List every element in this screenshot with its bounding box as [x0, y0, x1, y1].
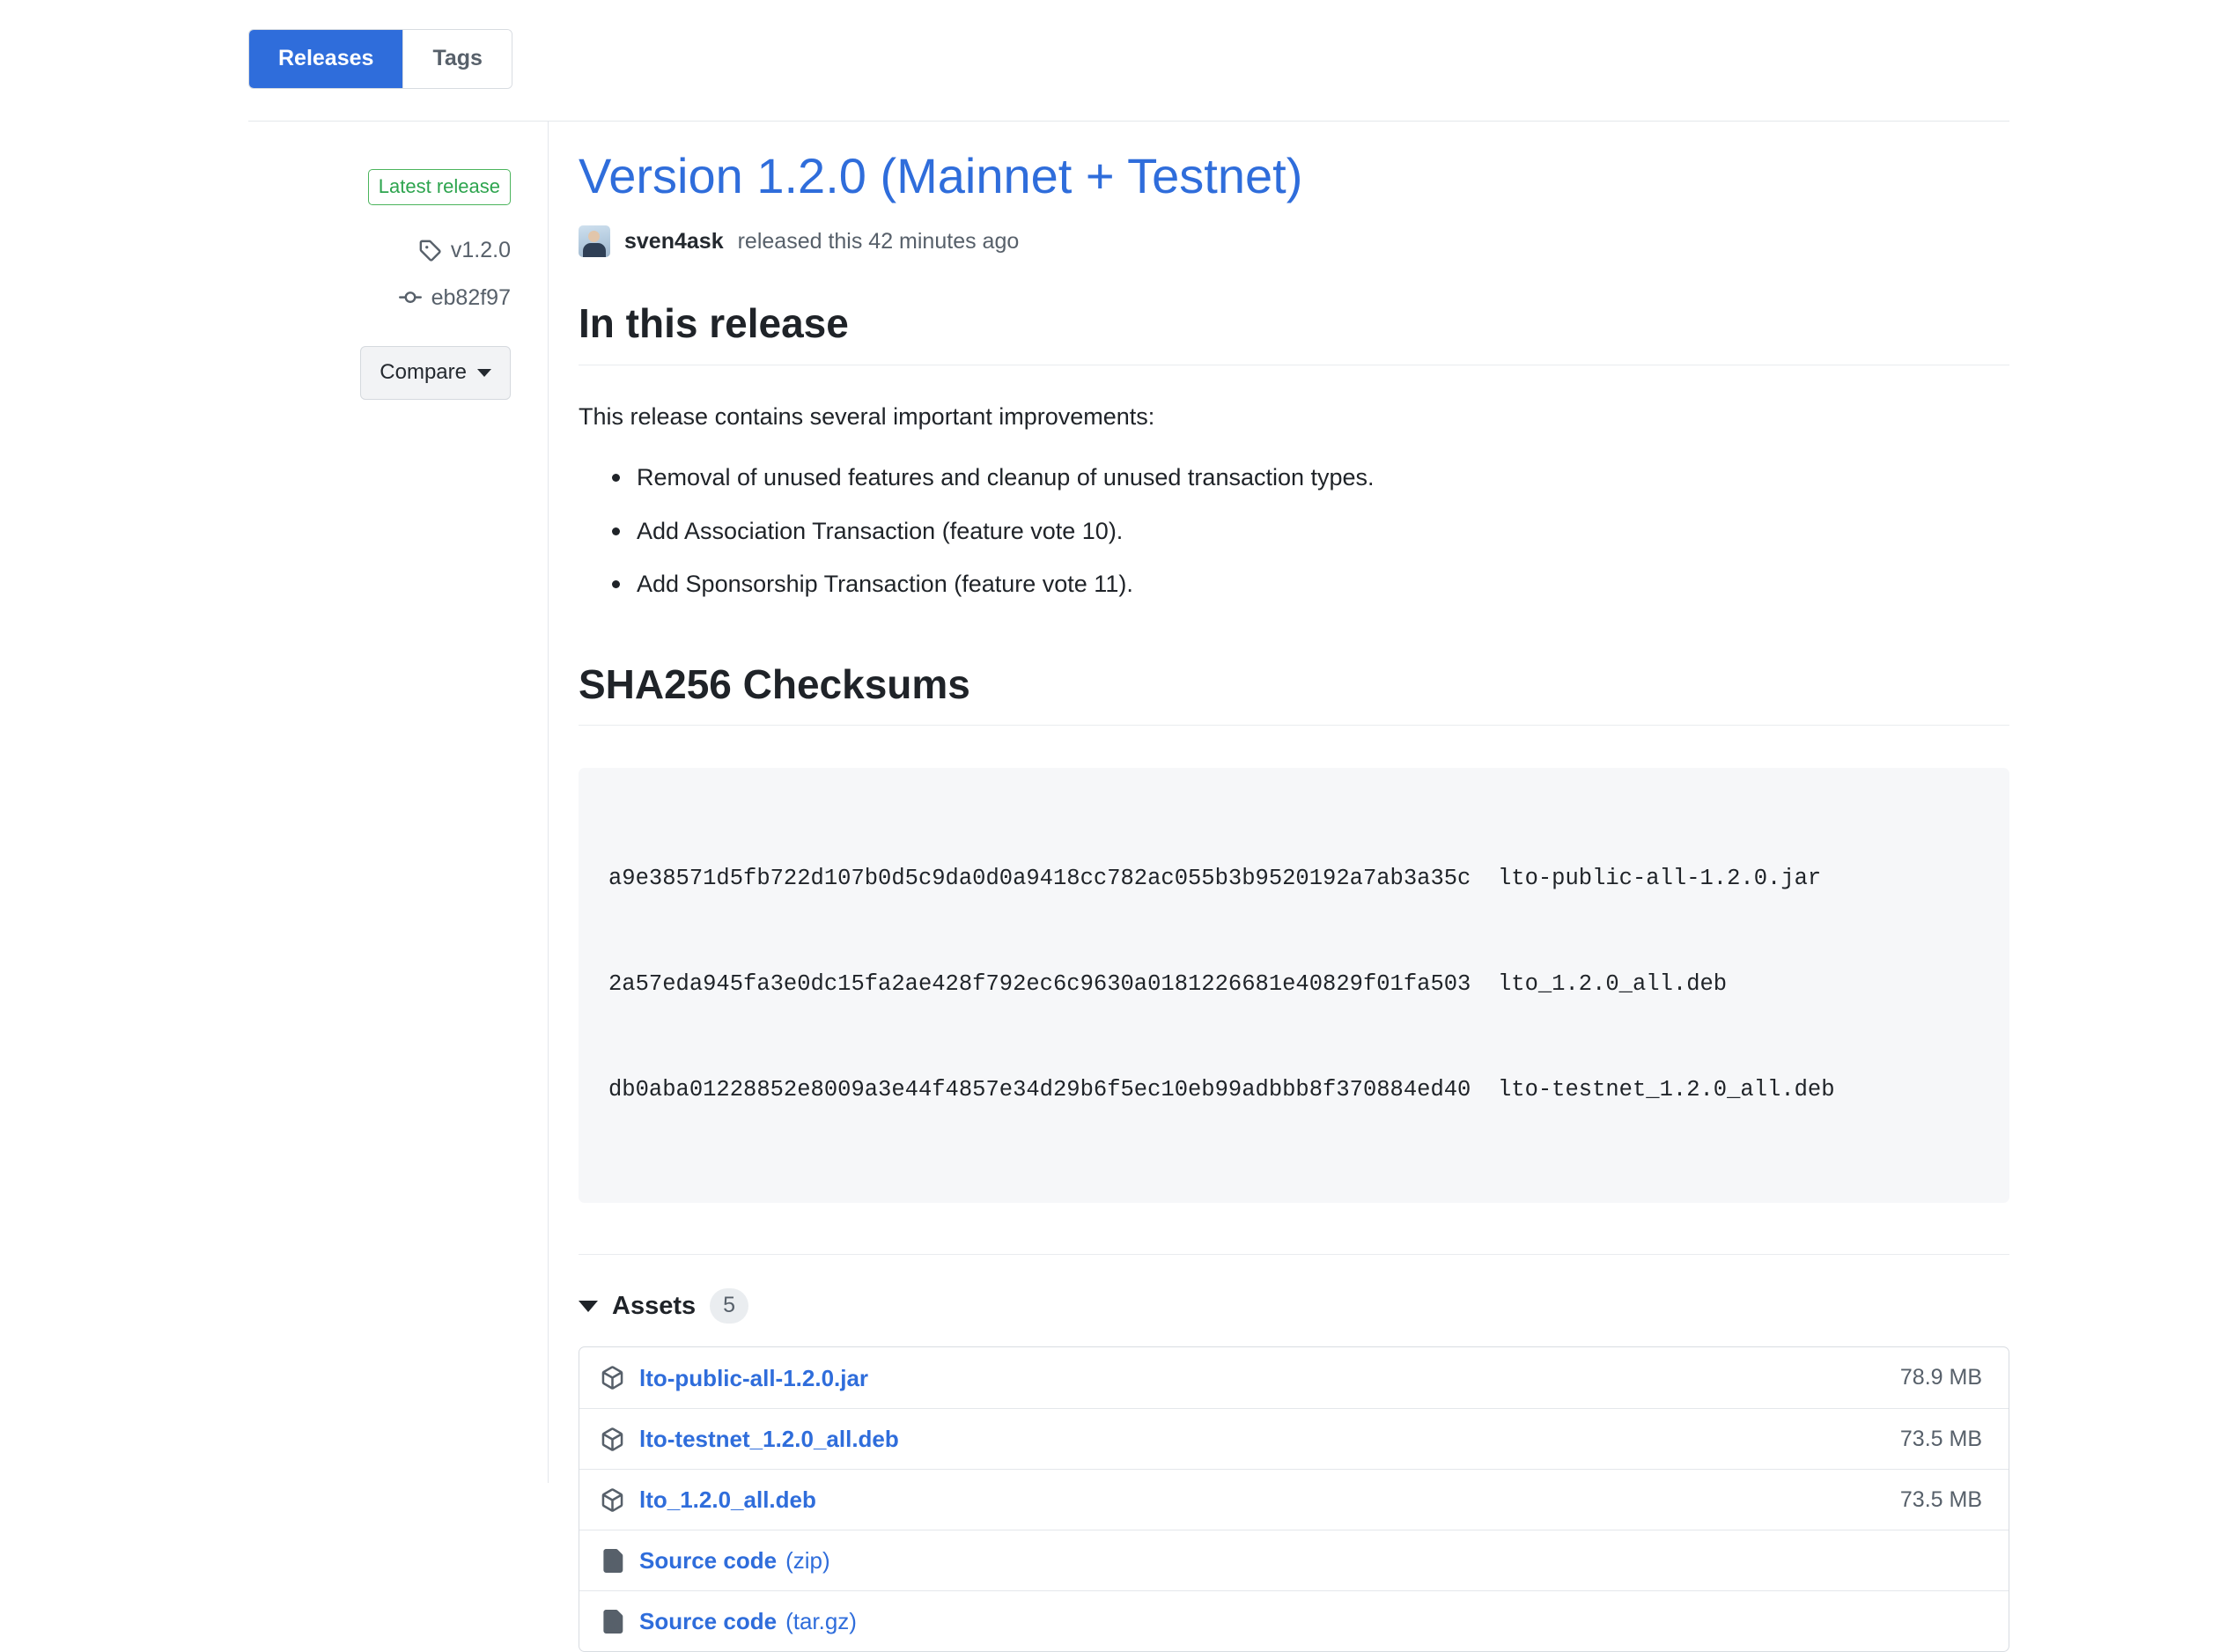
- table-row[interactable]: Source code (zip): [579, 1530, 2009, 1590]
- package-icon: [601, 1427, 624, 1451]
- package-icon: [601, 1488, 624, 1512]
- asset-size: 73.5 MB: [1899, 1486, 1982, 1512]
- release-intro-paragraph: This release contains several important …: [579, 402, 1155, 430]
- list-item: Add Association Transaction (feature vot…: [612, 513, 2009, 549]
- list-item: Removal of unused features and cleanup o…: [612, 460, 2009, 496]
- commit-icon: [398, 291, 422, 304]
- assets-label: Assets: [612, 1291, 697, 1320]
- section-heading-sha256-checksums: SHA256 Checksums: [579, 660, 2009, 726]
- release-byline-suffix: released this 42 minutes ago: [737, 228, 1020, 254]
- table-row[interactable]: lto-testnet_1.2.0_all.deb 73.5 MB: [579, 1408, 2009, 1469]
- checksum-line: a9e38571d5fb722d107b0d5c9da0d0a9418cc782…: [608, 866, 1822, 892]
- release-title[interactable]: Version 1.2.0 (Mainnet + Testnet): [579, 148, 2009, 204]
- section-heading-in-this-release: In this release: [579, 299, 2009, 365]
- checksums-code-block: a9e38571d5fb722d107b0d5c9da0d0a9418cc782…: [579, 768, 2009, 1204]
- asset-size: 78.9 MB: [1899, 1365, 1982, 1390]
- checksum-line: 2a57eda945fa3e0dc15fa2ae428f792ec6c9630a…: [608, 971, 1728, 998]
- releases-tabs: Releases Tags: [248, 29, 512, 89]
- list-item: Add Sponsorship Transaction (feature vot…: [612, 566, 2009, 602]
- release-layout: Latest release v1.2.0 eb82f97 Compare Ve…: [248, 122, 2009, 1652]
- latest-release-badge: Latest release: [367, 169, 511, 205]
- release-byline: sven4ask released this 42 minutes ago: [579, 225, 2009, 258]
- table-row[interactable]: lto_1.2.0_all.deb 73.5 MB: [579, 1469, 2009, 1530]
- compare-button-label: Compare: [380, 360, 467, 384]
- chevron-down-icon: [579, 1300, 598, 1312]
- tab-tags[interactable]: Tags: [402, 30, 512, 88]
- release-bullet-list: Removal of unused features and cleanup o…: [579, 460, 2009, 602]
- release-author-name: sven4ask: [624, 228, 724, 254]
- asset-format-suffix[interactable]: (tar.gz): [785, 1610, 857, 1633]
- asset-name[interactable]: Source code: [639, 1610, 777, 1633]
- package-icon: [601, 1366, 624, 1390]
- asset-name[interactable]: Source code: [639, 1549, 777, 1572]
- asset-name[interactable]: lto-testnet_1.2.0_all.deb: [639, 1427, 899, 1450]
- file-zip-icon: [601, 1609, 624, 1634]
- asset-name[interactable]: lto_1.2.0_all.deb: [639, 1488, 816, 1511]
- table-row[interactable]: lto-public-all-1.2.0.jar 78.9 MB: [579, 1347, 2009, 1408]
- asset-size: 73.5 MB: [1899, 1426, 1982, 1451]
- releases-page: Releases Tags Latest release v1.2.0 eb82…: [0, 0, 2219, 1652]
- tab-releases[interactable]: Releases: [249, 30, 403, 88]
- checksum-line: db0aba01228852e8009a3e44f4857e34d29b6f5e…: [608, 1077, 1835, 1103]
- avatar: [579, 225, 610, 258]
- asset-format-suffix[interactable]: (zip): [785, 1549, 830, 1572]
- release-sidebar: Latest release v1.2.0 eb82f97 Compare: [248, 122, 548, 1483]
- table-row[interactable]: Source code (tar.gz): [579, 1590, 2009, 1651]
- release-commit[interactable]: eb82f97: [398, 284, 511, 310]
- assets-divider: [579, 1254, 2009, 1256]
- release-tag[interactable]: v1.2.0: [418, 239, 511, 262]
- assets-count-badge: 5: [710, 1288, 749, 1324]
- tag-icon: [419, 240, 441, 262]
- chevron-down-icon: [477, 368, 491, 377]
- compare-button[interactable]: Compare: [360, 346, 511, 400]
- release-main: Version 1.2.0 (Mainnet + Testnet) sven4a…: [549, 122, 2009, 1652]
- assets-table: lto-public-all-1.2.0.jar 78.9 MB lto-tes…: [579, 1346, 2009, 1652]
- assets-toggle[interactable]: Assets 5: [579, 1288, 2009, 1324]
- release-author[interactable]: sven4ask: [624, 228, 724, 254]
- file-zip-icon: [601, 1548, 624, 1573]
- release-commit-label: eb82f97: [431, 284, 511, 310]
- asset-name[interactable]: lto-public-all-1.2.0.jar: [639, 1367, 868, 1390]
- release-tag-label: v1.2.0: [450, 237, 511, 262]
